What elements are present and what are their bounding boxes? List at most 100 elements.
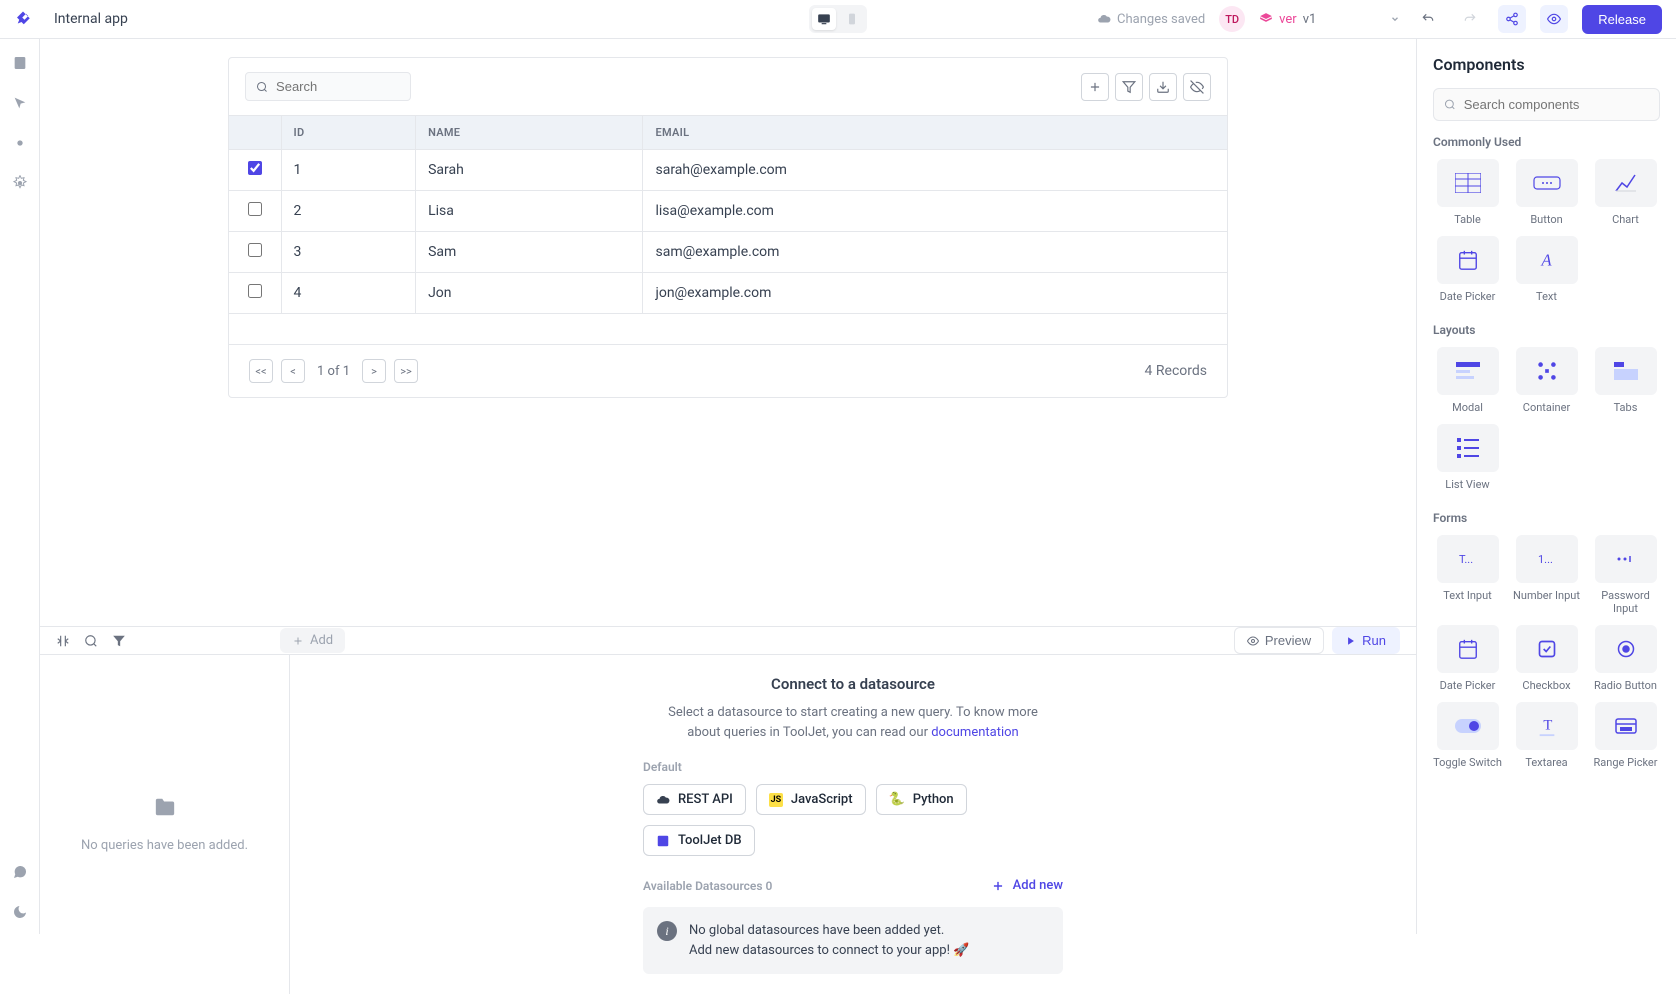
table-component[interactable]: ID NAME EMAIL 1 Sarah sarah@example.com … — [228, 57, 1228, 398]
component-search-input[interactable] — [1464, 97, 1649, 112]
component-item[interactable]: Date Picker — [1433, 236, 1502, 303]
table-search[interactable] — [245, 72, 411, 101]
datasource-chip[interactable]: REST API — [643, 784, 746, 815]
chat-icon[interactable] — [12, 864, 28, 880]
component-label: Number Input — [1513, 589, 1580, 602]
query-header-actions: Preview Run — [1234, 627, 1400, 654]
component-item[interactable]: Password Input — [1591, 535, 1660, 615]
filter-queries-icon[interactable] — [112, 634, 126, 648]
cell-email[interactable]: sam@example.com — [643, 232, 1227, 273]
page-last-button[interactable]: >> — [394, 359, 418, 383]
release-button[interactable]: Release — [1582, 5, 1662, 34]
save-status-text: Changes saved — [1117, 12, 1205, 27]
component-item[interactable]: TTextarea — [1512, 702, 1581, 769]
logo-icon[interactable] — [14, 10, 32, 28]
ds-description: Select a datasource to start creating a … — [653, 703, 1053, 742]
layers-icon — [1259, 12, 1273, 26]
cell-name[interactable]: Sarah — [416, 150, 643, 191]
component-item[interactable]: T...Text Input — [1433, 535, 1502, 615]
column-header-name[interactable]: NAME — [416, 116, 643, 150]
component-item[interactable]: Table — [1433, 159, 1502, 226]
documentation-link[interactable]: documentation — [931, 725, 1019, 740]
search-queries-icon[interactable] — [84, 634, 98, 648]
component-item[interactable]: Tabs — [1591, 347, 1660, 414]
component-item[interactable]: 1...Number Input — [1512, 535, 1581, 615]
settings-icon[interactable] — [12, 175, 28, 191]
button-icon — [1516, 159, 1578, 207]
datasource-chip[interactable]: ToolJet DB — [643, 825, 755, 856]
chip-label: Python — [913, 792, 954, 807]
table-row[interactable]: 4 Jon jon@example.com — [229, 273, 1227, 314]
table-row[interactable]: 2 Lisa lisa@example.com — [229, 191, 1227, 232]
table-search-input[interactable] — [276, 79, 400, 94]
row-checkbox[interactable] — [248, 202, 262, 216]
page-icon[interactable] — [12, 55, 28, 71]
cell-id[interactable]: 2 — [281, 191, 416, 232]
theme-icon[interactable] — [12, 904, 28, 920]
row-checkbox[interactable] — [248, 161, 262, 175]
desktop-toggle[interactable] — [812, 8, 836, 30]
component-item[interactable]: Checkbox — [1512, 625, 1581, 692]
page-prev-button[interactable]: < — [281, 359, 305, 383]
cell-name[interactable]: Jon — [416, 273, 643, 314]
add-datasource-button[interactable]: Add new — [991, 878, 1063, 893]
preview-app-button[interactable] — [1540, 5, 1568, 33]
preview-query-button[interactable]: Preview — [1234, 627, 1324, 654]
user-avatar[interactable]: TD — [1219, 6, 1245, 32]
add-query-button[interactable]: Add — [280, 628, 345, 653]
plus-icon — [292, 635, 304, 647]
cell-id[interactable]: 3 — [281, 232, 416, 273]
info-box: i No global datasources have been added … — [643, 907, 1063, 974]
datasource-chip[interactable]: JSJavaScript — [756, 784, 866, 815]
page-next-button[interactable]: > — [362, 359, 386, 383]
share-icon — [1505, 12, 1519, 26]
debug-icon[interactable] — [12, 135, 28, 151]
row-checkbox[interactable] — [248, 284, 262, 298]
component-label: List View — [1445, 478, 1489, 491]
mobile-toggle[interactable] — [840, 8, 864, 30]
component-item[interactable]: List View — [1433, 424, 1502, 491]
row-checkbox[interactable] — [248, 243, 262, 257]
app-name[interactable]: Internal app — [54, 11, 128, 27]
component-item[interactable]: Container — [1512, 347, 1581, 414]
cell-name[interactable]: Lisa — [416, 191, 643, 232]
component-item[interactable]: Modal — [1433, 347, 1502, 414]
table-row[interactable]: 3 Sam sam@example.com — [229, 232, 1227, 273]
share-button[interactable] — [1498, 5, 1526, 33]
component-item[interactable]: Toggle Switch — [1433, 702, 1502, 769]
cell-email[interactable]: jon@example.com — [643, 273, 1227, 314]
cell-name[interactable]: Sam — [416, 232, 643, 273]
component-item[interactable]: Radio Button — [1591, 625, 1660, 692]
add-query-label: Add — [310, 633, 333, 648]
cell-id[interactable]: 4 — [281, 273, 416, 314]
component-item[interactable]: AText — [1512, 236, 1581, 303]
component-search[interactable] — [1433, 88, 1660, 121]
page-first-button[interactable]: << — [249, 359, 273, 383]
canvas[interactable]: ID NAME EMAIL 1 Sarah sarah@example.com … — [40, 39, 1416, 626]
component-item[interactable]: Button — [1512, 159, 1581, 226]
column-header-id[interactable]: ID — [281, 116, 416, 150]
component-label: Radio Button — [1594, 679, 1657, 692]
component-item[interactable]: Chart — [1591, 159, 1660, 226]
top-header: Internal app Changes saved TD ver v1 — [0, 0, 1676, 39]
calendar-icon — [1437, 236, 1499, 284]
collapse-icon[interactable] — [56, 634, 70, 648]
hide-button[interactable] — [1183, 73, 1211, 101]
column-header-email[interactable]: EMAIL — [643, 116, 1227, 150]
undo-button[interactable] — [1414, 5, 1442, 33]
filter-button[interactable] — [1115, 73, 1143, 101]
header-right: Changes saved TD ver v1 Release — [1097, 5, 1662, 34]
version-selector[interactable]: ver v1 — [1259, 12, 1400, 27]
add-row-button[interactable] — [1081, 73, 1109, 101]
run-query-button[interactable]: Run — [1332, 627, 1400, 654]
cell-id[interactable]: 1 — [281, 150, 416, 191]
download-button[interactable] — [1149, 73, 1177, 101]
component-item[interactable]: Date Picker — [1433, 625, 1502, 692]
cell-email[interactable]: sarah@example.com — [643, 150, 1227, 191]
datasource-chip[interactable]: 🐍Python — [876, 784, 967, 815]
cell-email[interactable]: lisa@example.com — [643, 191, 1227, 232]
table-row[interactable]: 1 Sarah sarah@example.com — [229, 150, 1227, 191]
cursor-icon[interactable] — [12, 95, 28, 111]
redo-button[interactable] — [1456, 5, 1484, 33]
component-item[interactable]: Range Picker — [1591, 702, 1660, 769]
